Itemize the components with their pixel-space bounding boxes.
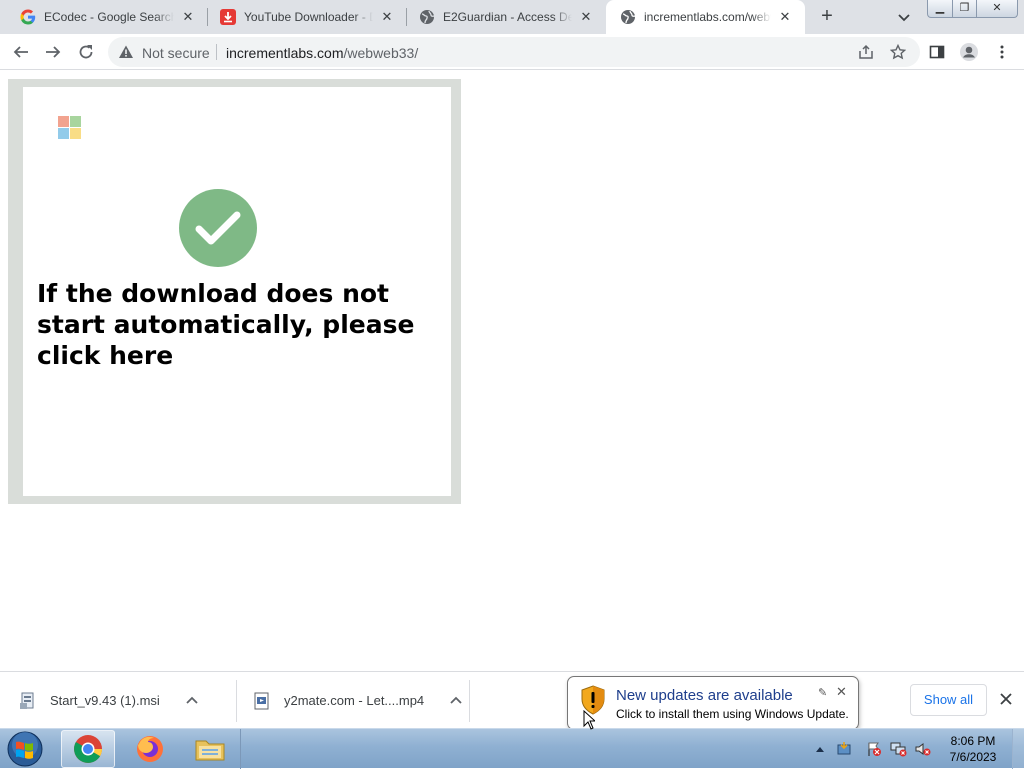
arrow-right-icon — [46, 46, 61, 58]
google-g-icon — [20, 9, 36, 25]
tray-show-hidden-icon[interactable] — [815, 729, 825, 769]
chevron-up-icon[interactable] — [184, 693, 200, 709]
side-panel-icon — [929, 45, 945, 59]
balloon-title: New updates are available — [616, 687, 793, 704]
windows-start-orb-icon — [7, 731, 43, 767]
menu-button[interactable] — [990, 40, 1014, 64]
download-card-frame: If the download does not start automatic… — [8, 79, 461, 504]
tab-strip: ECodec - Google Search ✕ YouTube Downloa… — [0, 0, 1024, 34]
microsoft-logo-icon — [58, 116, 82, 140]
taskbar-chrome[interactable] — [61, 730, 115, 768]
warning-triangle-icon[interactable] — [118, 44, 134, 60]
network-icon[interactable] — [890, 729, 908, 769]
url-text[interactable]: incrementlabs.com/webweb33/ — [226, 45, 418, 61]
minimize-button[interactable]: ▁ — [927, 0, 953, 18]
tab-incrementlabs[interactable]: incrementlabs.com/webweb33/ ✕ — [606, 0, 805, 34]
close-shelf-icon[interactable] — [998, 691, 1014, 707]
close-icon[interactable]: ✕ — [578, 9, 594, 25]
download-item[interactable]: Start_v9.43 (1).msi — [20, 672, 200, 729]
browser-toolbar: Not secure incrementlabs.com/webweb33/ — [0, 34, 1024, 70]
tab-title: YouTube Downloader - Download — [244, 10, 373, 24]
show-desktop-button[interactable] — [1012, 729, 1024, 769]
firefox-icon — [137, 736, 163, 762]
checkmark-icon — [179, 189, 257, 267]
windows-update-balloon[interactable]: New updates are available Click to insta… — [567, 676, 859, 743]
side-panel-button[interactable] — [925, 40, 949, 64]
kebab-menu-icon — [1000, 45, 1004, 59]
maximize-button[interactable]: ❐ — [952, 0, 977, 18]
download-headline[interactable]: If the download does not start automatic… — [37, 278, 447, 371]
taskbar-file-explorer[interactable] — [183, 730, 237, 768]
download-icon — [220, 9, 236, 25]
start-button[interactable] — [3, 730, 47, 768]
download-shelf: Start_v9.43 (1).msi y2mate.com - Let....… — [0, 671, 1024, 728]
back-button[interactable] — [9, 40, 33, 64]
balloon-options-icon[interactable]: ✎ — [818, 686, 827, 699]
new-tab-button[interactable]: + — [816, 6, 838, 28]
shelf-divider — [469, 680, 470, 722]
system-clock[interactable]: 8:06 PM 7/6/2023 — [940, 733, 1006, 765]
chrome-icon — [74, 735, 102, 763]
security-status-label[interactable]: Not secure — [142, 45, 210, 61]
taskbar-firefox[interactable] — [123, 730, 177, 768]
clock-time: 8:06 PM — [950, 734, 996, 748]
url-path: /webweb33/ — [343, 45, 419, 61]
profile-button[interactable] — [957, 40, 981, 64]
bookmark-star-icon[interactable] — [886, 40, 910, 64]
taskbar-divider — [240, 729, 241, 769]
forward-button[interactable] — [41, 40, 65, 64]
tab-search-chevron-icon[interactable] — [896, 9, 912, 25]
tab-e2guardian[interactable]: E2Guardian - Access Denied ✕ — [407, 0, 606, 34]
show-all-button[interactable]: Show all — [910, 684, 987, 716]
action-center-flag-icon[interactable] — [866, 729, 882, 769]
globe-icon — [419, 9, 435, 25]
mouse-cursor-icon — [583, 709, 597, 730]
close-icon[interactable]: ✕ — [777, 9, 793, 25]
globe-icon — [620, 9, 636, 25]
balloon-close-icon[interactable]: ✕ — [836, 684, 847, 700]
tab-google-search[interactable]: ECodec - Google Search ✕ — [0, 0, 208, 34]
download-card[interactable]: If the download does not start automatic… — [23, 87, 451, 496]
omnibox-divider — [216, 44, 217, 60]
folder-icon — [195, 740, 225, 761]
chevron-up-icon[interactable] — [448, 693, 464, 709]
download-item[interactable]: y2mate.com - Let....mp4 — [254, 672, 464, 729]
tab-youtube-downloader[interactable]: YouTube Downloader - Download ✕ — [208, 0, 407, 34]
taskbar: 8:06 PM 7/6/2023 — [0, 728, 1024, 769]
video-file-icon — [254, 692, 269, 709]
close-window-button[interactable]: ✕ — [976, 0, 1018, 18]
address-bar[interactable]: Not secure incrementlabs.com/webweb33/ — [108, 37, 920, 67]
close-icon[interactable]: ✕ — [379, 9, 395, 25]
tab-title: E2Guardian - Access Denied — [443, 10, 572, 24]
arrow-left-icon — [13, 46, 28, 58]
tab-title: incrementlabs.com/webweb33/ — [644, 10, 771, 24]
reload-icon — [79, 45, 93, 59]
reload-button[interactable] — [74, 40, 98, 64]
share-icon[interactable] — [854, 40, 878, 64]
msi-file-icon — [20, 692, 34, 709]
windows-update-tray-icon[interactable] — [836, 729, 852, 769]
volume-muted-icon[interactable] — [914, 729, 932, 769]
balloon-text: Click to install them using Windows Upda… — [616, 707, 849, 721]
close-icon[interactable]: ✕ — [180, 9, 196, 25]
clock-date: 7/6/2023 — [949, 750, 997, 764]
shelf-divider — [236, 680, 237, 722]
download-filename: y2mate.com - Let....mp4 — [284, 693, 425, 708]
tab-title: ECodec - Google Search — [44, 10, 174, 24]
avatar-icon — [960, 43, 978, 61]
download-filename: Start_v9.43 (1).msi — [50, 693, 160, 708]
url-host: incrementlabs.com — [226, 45, 344, 61]
